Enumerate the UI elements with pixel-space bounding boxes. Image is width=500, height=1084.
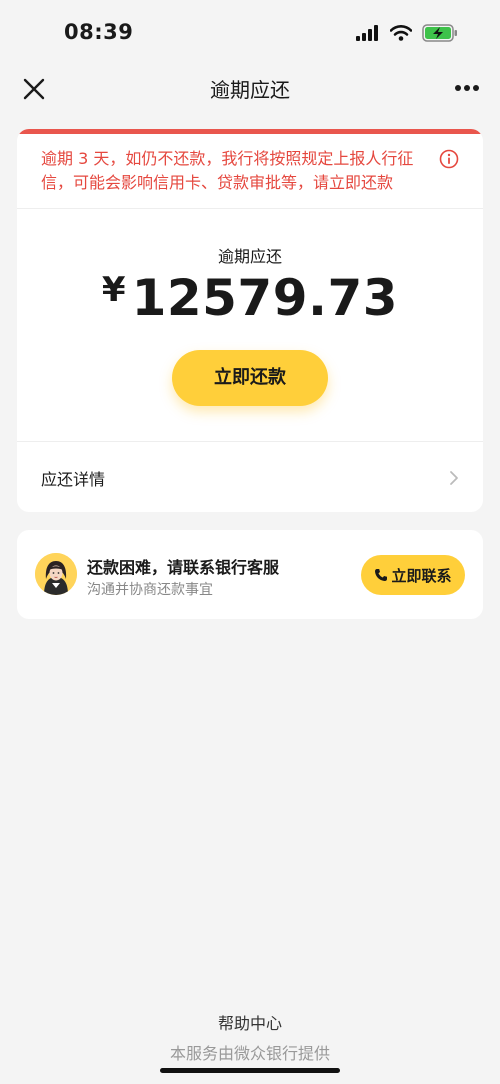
more-icon[interactable]	[454, 84, 480, 92]
nav-bar: 逾期应还	[0, 62, 500, 114]
page-title: 逾期应还	[210, 78, 290, 102]
repayment-details-label: 应还详情	[41, 470, 106, 489]
divider	[17, 208, 483, 209]
phone-icon	[375, 569, 388, 581]
amount-label: 逾期应还	[217, 247, 282, 266]
agent-portrait-icon	[35, 553, 77, 595]
support-title: 还款困难，请联系银行客服	[87, 558, 280, 577]
chevron-right-icon	[450, 471, 458, 485]
contact-now-label: 立即联系	[391, 566, 452, 585]
contact-now-button[interactable]: 立即联系	[361, 555, 465, 595]
wifi-icon	[390, 25, 412, 41]
provider-text: 本服务由微众银行提供	[169, 1044, 330, 1063]
battery-charging-icon	[422, 24, 457, 42]
overdue-card: 逾期 3 天，如仍不还款，我行将按照规定上报人行征信，可能会影响信用卡、贷款审批…	[17, 129, 483, 512]
status-time: 08:39	[64, 20, 134, 44]
repayment-details-row[interactable]: 应还详情	[17, 442, 483, 512]
currency-symbol: ¥	[101, 270, 126, 310]
status-bar: 08:39	[0, 0, 500, 62]
status-icons	[356, 24, 458, 42]
info-icon[interactable]	[439, 149, 459, 169]
warning-strip	[17, 129, 483, 134]
customer-service-card: 还款困难，请联系银行客服 沟通并协商还款事宜 立即联系	[17, 530, 483, 619]
help-center-link[interactable]: 帮助中心	[0, 1010, 500, 1034]
service-agent-avatar	[35, 553, 77, 595]
amount-display: ¥12579.73	[17, 269, 483, 327]
home-indicator	[160, 1068, 340, 1073]
overdue-warning-text: 逾期 3 天，如仍不还款，我行将按照规定上报人行征信，可能会影响信用卡、贷款审批…	[41, 149, 414, 192]
cellular-signal-icon	[356, 25, 378, 41]
repay-now-button[interactable]: 立即还款	[172, 350, 328, 406]
overdue-amount: 12579.73	[131, 269, 399, 327]
support-subtitle: 沟通并协商还款事宜	[87, 582, 213, 598]
